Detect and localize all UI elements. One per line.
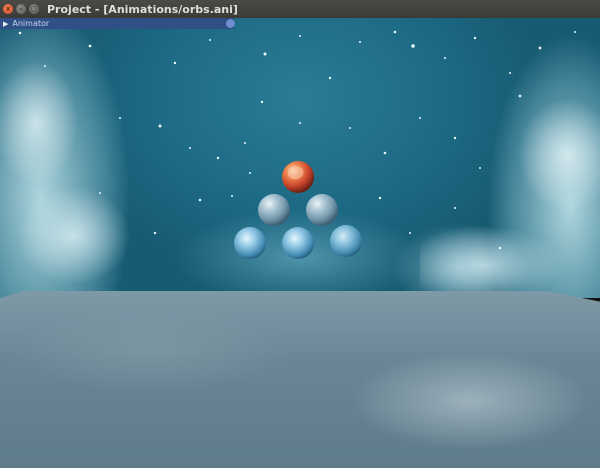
- window-title: Project - [Animations/orbs.ani]: [47, 2, 238, 16]
- animator-scrubber-handle[interactable]: [226, 19, 235, 28]
- minimize-window-button[interactable]: –: [16, 4, 26, 14]
- orb-mid-right[interactable]: [306, 194, 338, 226]
- orb-bottom-right[interactable]: [330, 225, 362, 257]
- window-controls: × – ▢: [3, 4, 39, 14]
- orb-bottom-left[interactable]: [234, 227, 266, 259]
- close-window-button[interactable]: ×: [3, 4, 13, 14]
- scene-viewport[interactable]: ▶ Animator: [0, 18, 600, 468]
- orb-pyramid[interactable]: [0, 18, 600, 468]
- orb-bottom-center[interactable]: [282, 227, 314, 259]
- animator-label: Animator: [12, 19, 50, 28]
- expand-icon[interactable]: ▶: [3, 20, 8, 28]
- orb-top[interactable]: [282, 161, 314, 193]
- orb-mid-left[interactable]: [258, 194, 290, 226]
- window-title-bar: × – ▢ Project - [Animations/orbs.ani]: [0, 0, 600, 18]
- maximize-window-button[interactable]: ▢: [29, 4, 39, 14]
- animator-panel[interactable]: ▶ Animator: [0, 18, 235, 29]
